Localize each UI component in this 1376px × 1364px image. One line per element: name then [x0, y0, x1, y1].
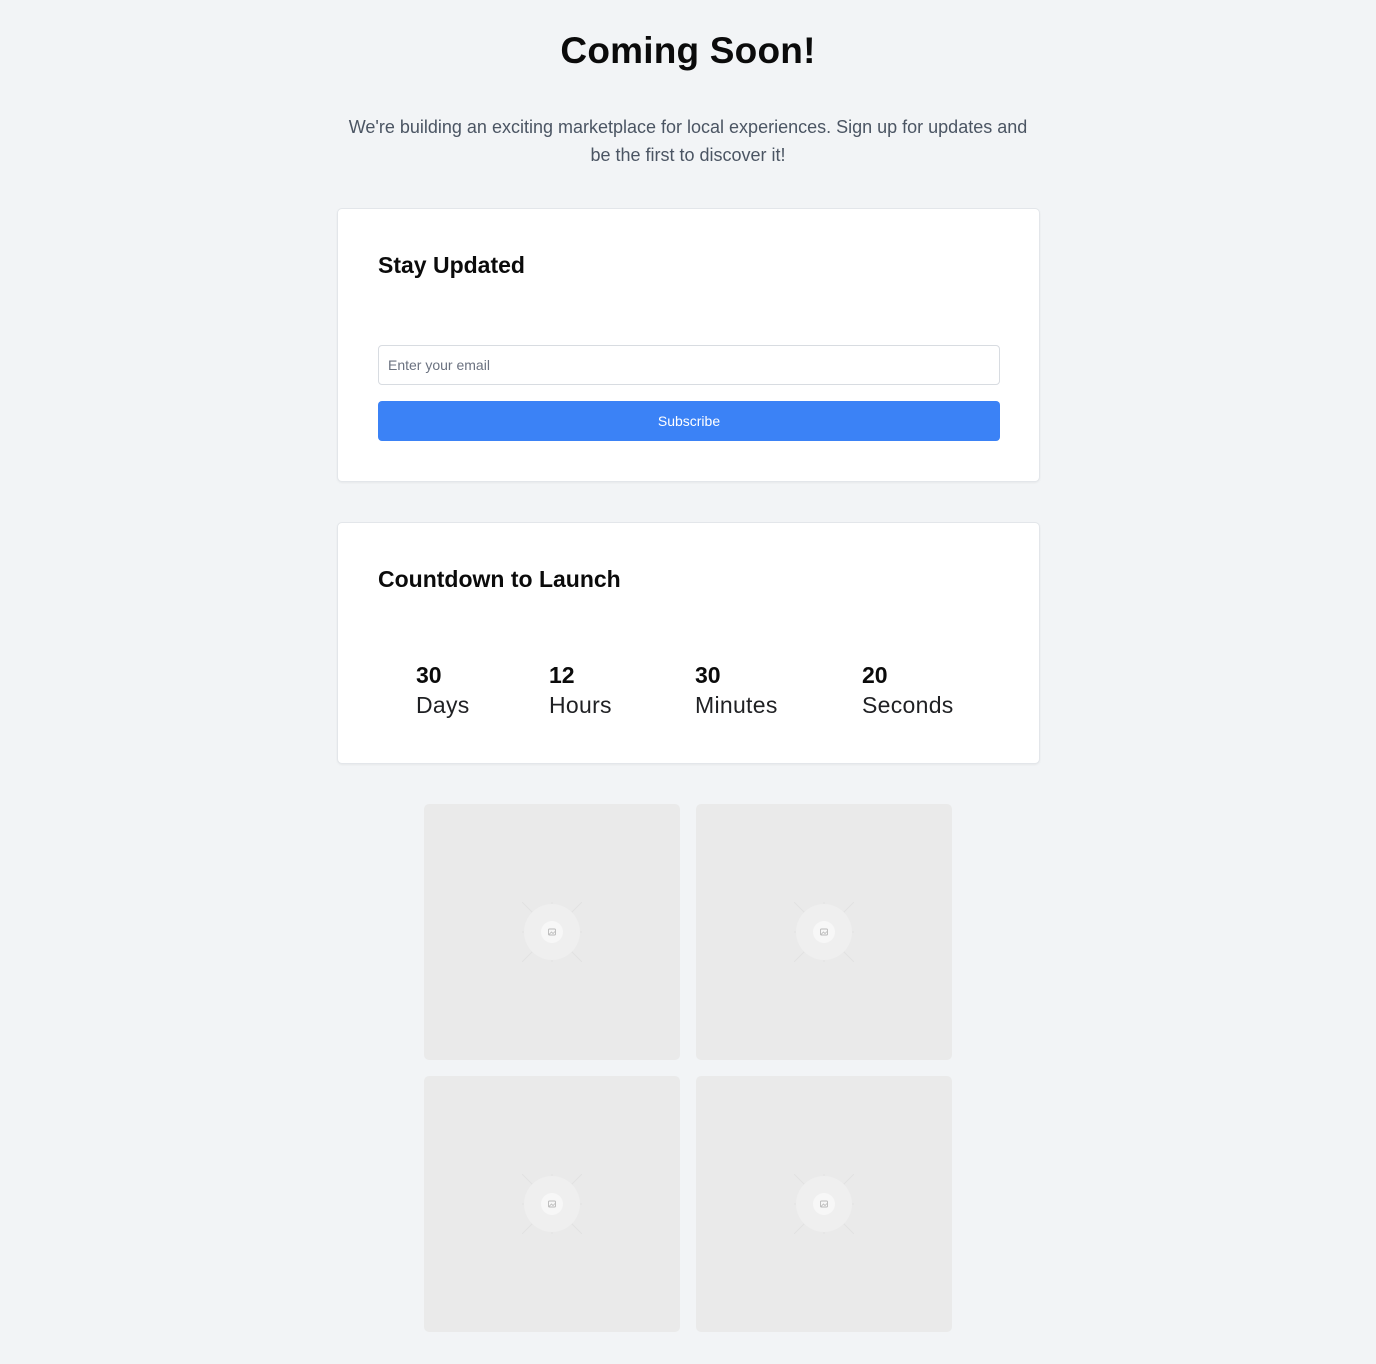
countdown-heading: Countdown to Launch [378, 566, 621, 592]
countdown-seconds-label: Seconds [862, 692, 954, 718]
subscribe-heading: Stay Updated [378, 252, 525, 278]
image-placeholder-icon [522, 902, 582, 962]
image-placeholder-icon [522, 1174, 582, 1234]
image-placeholder-icon [794, 1174, 854, 1234]
gallery-image-3 [424, 1076, 680, 1332]
countdown-days-label: Days [416, 692, 470, 718]
countdown-days: 30 Days [416, 661, 470, 721]
countdown-minutes-label: Minutes [695, 692, 778, 718]
countdown-hours-label: Hours [549, 692, 612, 718]
countdown-minutes: 30 Minutes [695, 661, 778, 721]
subscribe-card: Stay Updated Subscribe [337, 208, 1040, 482]
page-title: Coming Soon! [560, 30, 816, 71]
countdown-hours: 12 Hours [549, 661, 612, 721]
countdown-minutes-value: 30 [695, 662, 721, 688]
page-tagline: We're building an exciting marketplace f… [348, 117, 1028, 165]
subscribe-button[interactable]: Subscribe [378, 401, 1000, 441]
countdown-card: Countdown to Launch 30 Days 12 Hours 30 … [337, 522, 1040, 764]
email-input[interactable] [378, 345, 1000, 385]
gallery-image-1 [424, 804, 680, 1060]
image-placeholder-icon [794, 902, 854, 962]
countdown-days-value: 30 [416, 662, 442, 688]
countdown-seconds: 20 Seconds [862, 661, 954, 721]
countdown-seconds-value: 20 [862, 662, 888, 688]
countdown-hours-value: 12 [549, 662, 575, 688]
gallery-image-4 [696, 1076, 952, 1332]
gallery-image-2 [696, 804, 952, 1060]
